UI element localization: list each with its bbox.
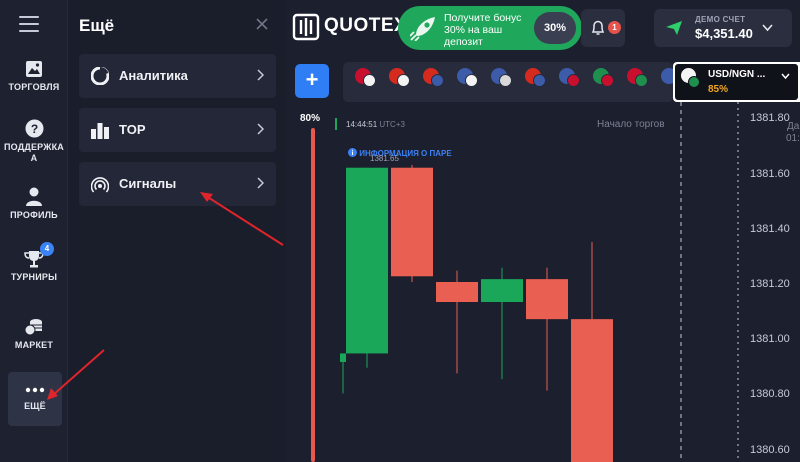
chevron-right-icon <box>257 177 264 189</box>
coins-icon <box>25 319 42 336</box>
bell-icon <box>591 20 605 35</box>
y-tick: 1381.40 <box>750 223 790 235</box>
menu-item-label: Сигналы <box>119 176 177 191</box>
sidebar-item-label: ЕЩЁ <box>24 401 46 411</box>
top-header: QUOTEX Получите бонус 30% на ваш депозит… <box>286 0 800 56</box>
menu-item-signals[interactable]: Сигналы <box>79 162 276 206</box>
asset-payout: 85% <box>708 84 729 95</box>
rocket-icon <box>410 17 435 41</box>
asset-flag-icon <box>363 74 376 87</box>
candle-body <box>340 353 346 362</box>
sidebar-item-trading[interactable]: ТОРГОВЛЯ <box>0 60 68 93</box>
account-balance: $4,351.40 <box>695 26 753 41</box>
y-tick: 1381.20 <box>750 278 790 290</box>
candle-body <box>436 282 478 302</box>
asset-flag-icon <box>465 74 478 87</box>
candle-body <box>391 167 433 277</box>
account-selector[interactable]: ДЕМО СЧЕТ $4,351.40 <box>654 9 792 47</box>
time-label: 14:44:51 UTC+3 <box>346 120 405 129</box>
ngn-flag-icon <box>688 76 700 88</box>
asset-flag-icon <box>601 74 614 87</box>
bonus-percent: 30% <box>534 12 576 44</box>
y-tick: 1381.80 <box>750 112 790 124</box>
menu-item-top[interactable]: TOP <box>79 108 276 152</box>
left-sidebar: ТОРГОВЛЯ ? ПОДДЕРЖКА А ПРОФИЛЬ 4 ТУРНИРЫ… <box>0 0 68 462</box>
sidebar-item-tournaments[interactable]: 4 ТУРНИРЫ <box>0 242 68 283</box>
send-plane-icon <box>666 21 682 35</box>
tournaments-badge: 4 <box>40 242 54 256</box>
asset-flag-icon <box>397 74 410 87</box>
hamburger-menu-icon[interactable] <box>19 16 39 32</box>
y-tick: 1381.00 <box>750 333 790 345</box>
notifications-badge: 1 <box>608 21 621 34</box>
sidebar-item-label: МАРКЕТ <box>14 340 54 350</box>
price-chart[interactable]: 80% 14:44:51 UTC+3 Начало торгов ИНФОРМА… <box>286 102 800 462</box>
y-tick: 1380.60 <box>750 444 790 456</box>
chevron-down-icon <box>762 24 773 32</box>
y-tick: 1381.60 <box>750 168 790 180</box>
help-icon: ? <box>25 119 43 138</box>
chart-image-icon <box>26 61 42 77</box>
asset-flag-icon <box>533 74 546 87</box>
asset-name: USD/NGN ... <box>708 69 766 80</box>
asset-flag-icon <box>635 74 648 87</box>
chevron-right-icon <box>257 69 264 81</box>
account-type-label: ДЕМО СЧЕТ <box>695 15 746 24</box>
menu-item-label: Аналитика <box>119 68 188 83</box>
asset-flag-icon[interactable] <box>661 68 673 84</box>
y-tick: 1380.80 <box>750 388 790 400</box>
add-asset-button[interactable]: + <box>295 64 329 98</box>
favorite-assets-bar[interactable] <box>343 62 673 102</box>
svg-text:?: ? <box>30 122 37 136</box>
menu-item-analytics[interactable]: Аналитика <box>79 54 276 98</box>
candle-body <box>481 279 523 302</box>
active-asset-selector[interactable]: USD/NGN ... 85% <box>673 62 800 102</box>
active-asset-inner: USD/NGN ... 85% <box>675 64 798 100</box>
chevron-right-icon <box>257 123 264 135</box>
candle-body <box>571 319 613 462</box>
logo-text: QUOTEX <box>324 15 408 36</box>
bonus-banner[interactable]: Получите бонус 30% на ваш депозит 30% <box>398 6 582 50</box>
candles-group <box>340 164 613 462</box>
sidebar-item-label: ПОДДЕРЖКА А <box>4 142 64 163</box>
more-panel: Ещё Аналитика TOP Сигналы <box>68 0 286 462</box>
bar-ranking-icon <box>91 123 109 139</box>
cut-label-2: 01:0 <box>786 133 800 144</box>
candle-body <box>346 167 388 354</box>
quotex-logo-icon[interactable] <box>292 13 320 41</box>
user-icon <box>26 187 42 206</box>
candle-body <box>526 279 568 320</box>
more-dots-icon <box>25 387 45 393</box>
signal-icon <box>91 177 109 193</box>
asset-flag-icon <box>567 74 580 87</box>
menu-item-label: TOP <box>119 122 146 137</box>
close-icon[interactable] <box>254 16 270 32</box>
asset-flag-icon <box>499 74 512 87</box>
info-icon <box>348 148 357 157</box>
bonus-text: Получите бонус 30% на ваш депозит <box>444 12 522 48</box>
sidebar-item-profile[interactable]: ПРОФИЛЬ <box>0 187 68 221</box>
sidebar-item-market[interactable]: МАРКЕТ <box>0 318 68 351</box>
chevron-down-icon <box>781 73 790 80</box>
sidebar-item-label: ПРОФИЛЬ <box>10 210 58 220</box>
price-tag: 1381.65 <box>370 154 399 163</box>
pair-info-link[interactable]: ИНФОРМАЦИЯ О ПАРЕ <box>348 148 452 158</box>
sidebar-item-support[interactable]: ? ПОДДЕРЖКА А <box>0 119 68 164</box>
app-root: ТОРГОВЛЯ ? ПОДДЕРЖКА А ПРОФИЛЬ 4 ТУРНИРЫ… <box>0 0 800 462</box>
asset-flag-icon <box>431 74 444 87</box>
sidebar-item-label: ТУРНИРЫ <box>10 272 58 282</box>
sidebar-item-more[interactable]: ЕЩЁ <box>8 372 62 426</box>
sidebar-item-label: ТОРГОВЛЯ <box>8 82 60 92</box>
notifications-button[interactable]: 1 <box>581 9 625 47</box>
pie-chart-icon <box>91 67 109 85</box>
trading-start-label: Начало торгов <box>597 119 665 130</box>
panel-title: Ещё <box>79 16 115 35</box>
